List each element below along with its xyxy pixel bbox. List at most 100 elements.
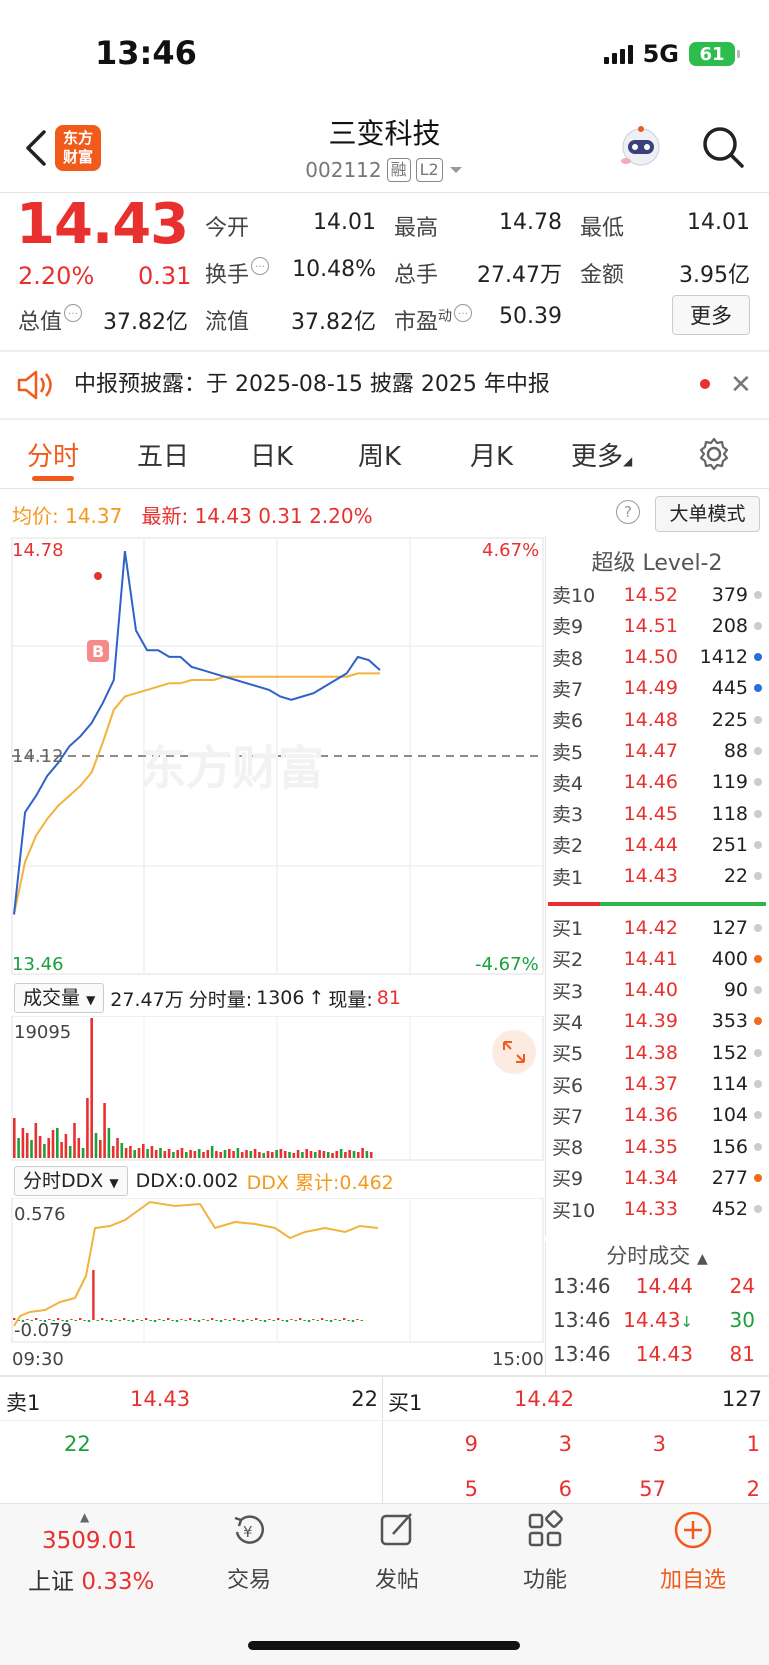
ask-row[interactable]: 卖5 14.47 88 <box>552 736 762 767</box>
order-flag-dot <box>754 1205 762 1214</box>
volume-bar <box>133 1150 136 1158</box>
bid-price: 14.35 <box>623 1135 678 1158</box>
ddx-bar <box>347 1320 350 1321</box>
ddx-bar <box>334 1319 337 1320</box>
robot-assistant-icon[interactable] <box>616 123 666 173</box>
tab-more[interactable]: 更多◢ <box>571 436 632 473</box>
index-value[interactable]: 3509.01 <box>42 1528 137 1554</box>
big-order-mode-button[interactable]: 大单模式 <box>655 496 760 532</box>
bid-volume: 400 <box>711 947 748 970</box>
ddx-bar <box>228 1320 231 1321</box>
ask-volume: 251 <box>711 833 748 856</box>
volume-bar <box>116 1138 119 1158</box>
ddx-bar <box>343 1318 346 1320</box>
volume-bar <box>60 1142 63 1158</box>
bid-volume: 152 <box>711 1041 748 1064</box>
tab-daily-k[interactable]: 日K <box>250 436 293 473</box>
ask-row[interactable]: 卖4 14.46 119 <box>552 767 762 798</box>
queue-ask-label: 卖1 <box>6 1391 41 1415</box>
intraday-chart[interactable]: 东方财富 B 14.78 4.67% 14.12 13.46 -4.67% <box>0 536 545 976</box>
queue-bid-order: 6 <box>558 1477 572 1501</box>
help-icon[interactable]: ? <box>616 500 640 524</box>
tab-weekly-k[interactable]: 周K <box>358 436 401 473</box>
ask-price: 14.45 <box>623 802 678 825</box>
more-button[interactable]: 更多 <box>672 295 750 335</box>
bid-row[interactable]: 买10 14.33 452 <box>552 1194 762 1225</box>
dropdown-caret-icon[interactable] <box>448 165 464 175</box>
bid-row[interactable]: 买6 14.37 114 <box>552 1069 762 1100</box>
gear-icon[interactable] <box>696 436 732 472</box>
volume-label: 总手 <box>394 263 439 288</box>
tab-monthly-k[interactable]: 月K <box>470 436 513 473</box>
home-indicator[interactable] <box>248 1641 520 1650</box>
nav-post[interactable]: 发帖 <box>352 1510 442 1594</box>
nav-add-watchlist[interactable]: 加自选 <box>648 1510 738 1594</box>
turnover-value: 10.48% <box>292 257 376 282</box>
ask-row[interactable]: 卖8 14.50 1412 <box>552 642 762 673</box>
ask-price: 14.43 <box>623 865 678 888</box>
bid-row[interactable]: 买3 14.40 90 <box>552 975 762 1006</box>
ask-row[interactable]: 卖1 14.43 22 <box>552 861 762 892</box>
trades-title[interactable]: 分时成交 ▲ <box>545 1240 769 1270</box>
volume-bar <box>240 1152 244 1158</box>
ask-row[interactable]: 卖10 14.52 379 <box>552 579 762 610</box>
tab-intraday[interactable]: 分时 <box>27 436 79 473</box>
bid-row[interactable]: 买7 14.36 104 <box>552 1100 762 1131</box>
volume-bar <box>322 1151 326 1158</box>
ask-price: 14.48 <box>623 708 678 731</box>
volume-bar <box>17 1138 20 1158</box>
info-icon[interactable]: … <box>251 257 270 275</box>
margin-tag: 融 <box>386 158 411 182</box>
ask-row[interactable]: 卖3 14.45 118 <box>552 798 762 829</box>
info-icon[interactable]: … <box>454 304 473 322</box>
ddx-selector[interactable]: 分时DDX ▼ <box>14 1166 128 1196</box>
ddx-bar <box>338 1320 341 1321</box>
expand-button[interactable] <box>492 1030 536 1074</box>
volume-selector[interactable]: 成交量 ▼ <box>14 983 105 1013</box>
nav-functions[interactable]: 功能 <box>500 1510 590 1594</box>
bid-volume: 277 <box>711 1166 748 1189</box>
trade-price: 14.43↓ <box>623 1308 693 1332</box>
search-icon[interactable] <box>700 124 746 170</box>
bid-row[interactable]: 买9 14.34 277 <box>552 1162 762 1193</box>
volume-bar <box>129 1146 132 1158</box>
index-ticker[interactable]: 上证 0.33% <box>28 1562 154 1596</box>
tab-5day[interactable]: 五日 <box>137 436 189 473</box>
bid-row[interactable]: 买2 14.41 400 <box>552 943 762 974</box>
ddx-bar <box>303 1320 306 1321</box>
ddx-bar <box>48 1319 51 1320</box>
volume-bar <box>73 1123 76 1158</box>
volume-bar <box>111 1146 115 1158</box>
bid-row[interactable]: 买4 14.39 353 <box>552 1006 762 1037</box>
ask-row[interactable]: 卖7 14.49 445 <box>552 673 762 704</box>
volume-chart[interactable]: 19095 <box>0 1016 545 1162</box>
bid-price: 14.36 <box>623 1104 678 1127</box>
ask-price: 14.49 <box>623 677 678 700</box>
ddx-bar <box>162 1320 165 1321</box>
ask-row[interactable]: 卖6 14.48 225 <box>552 704 762 735</box>
volume-total: 27.47万 <box>110 988 184 1011</box>
bid-row[interactable]: 买1 14.42 127 <box>552 912 762 943</box>
volume-bar <box>176 1150 179 1158</box>
bid-row[interactable]: 买8 14.35 156 <box>552 1131 762 1162</box>
ddx-bar <box>312 1319 315 1320</box>
queue-bid-order: 3 <box>652 1432 666 1456</box>
ask-row[interactable]: 卖2 14.44 251 <box>552 829 762 860</box>
x-start-label: 09:30 <box>12 1349 64 1370</box>
notice-banner[interactable]: 中报预披露：于 2025-08-15 披露 2025 年中报 <box>0 352 769 418</box>
close-icon[interactable]: ✕ <box>730 370 752 400</box>
ddx-bar <box>224 1319 227 1320</box>
info-icon[interactable]: … <box>64 304 83 322</box>
ddx-chart[interactable]: 0.576 -0.079 <box>0 1198 545 1344</box>
ddx-bar <box>299 1318 302 1320</box>
nav-trade[interactable]: ¥ 交易 <box>204 1510 294 1594</box>
ask-label: 卖9 <box>552 616 584 639</box>
ask-label: 卖3 <box>552 804 584 827</box>
volume-bar <box>94 1133 98 1158</box>
ask-row[interactable]: 卖9 14.51 208 <box>552 610 762 641</box>
volume-bar <box>305 1149 308 1158</box>
volume-bar <box>51 1130 55 1158</box>
ddx-bar <box>70 1319 73 1320</box>
bid-row[interactable]: 买5 14.38 152 <box>552 1037 762 1068</box>
volume-bar <box>150 1146 154 1158</box>
